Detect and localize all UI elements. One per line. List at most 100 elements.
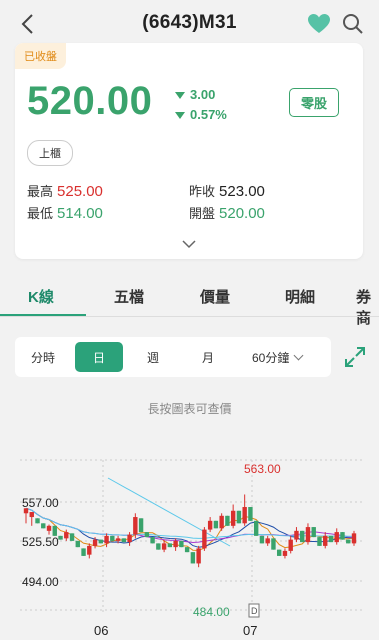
candle-body	[115, 538, 121, 541]
down-triangle-icon	[175, 111, 185, 119]
down-triangle-icon	[175, 91, 185, 99]
chevron-down-icon	[293, 350, 304, 361]
stat-prev-close-label: 昨收	[189, 184, 216, 199]
app-header: (6643)M31	[0, 0, 379, 48]
market-tag: 上櫃	[27, 140, 73, 166]
tab-k-line[interactable]: K線	[28, 286, 54, 307]
candle-body	[156, 543, 161, 550]
candle-body	[196, 548, 201, 564]
candle-body	[133, 517, 138, 535]
stat-high: 最高 525.00	[27, 181, 103, 200]
candle-body	[230, 510, 236, 526]
change-value: 3.00	[190, 87, 216, 102]
period-selector: 分時 日 週 月 60分鐘	[15, 337, 331, 377]
market-closed-badge: 已收盤	[15, 43, 66, 69]
candle-body	[219, 515, 224, 529]
candle-body	[81, 548, 86, 556]
y-tick-label: 494.00	[22, 575, 59, 589]
candle-body	[305, 527, 311, 543]
candlestick-chart[interactable]: 557.00 525.50 494.00 06 07 563.00 484.00…	[0, 450, 379, 640]
candle-body	[46, 525, 52, 531]
candle-body	[328, 535, 334, 543]
candle-body	[184, 547, 190, 553]
tab-divider	[0, 316, 379, 317]
min-price-label: 484.00	[193, 605, 230, 619]
candle-body	[167, 543, 173, 548]
candle-body	[242, 507, 247, 524]
stat-low: 最低 514.00	[27, 203, 103, 222]
search-icon[interactable]	[342, 13, 364, 35]
y-tick-label: 557.00	[22, 496, 59, 510]
candle-body	[271, 538, 276, 550]
x-tick-label: 07	[243, 623, 257, 638]
stat-prev-close: 昨收 523.00	[189, 181, 265, 200]
tab-brokers[interactable]: 券商	[356, 286, 379, 328]
candle-body	[207, 520, 213, 530]
stat-high-label: 最高	[27, 184, 54, 199]
max-price-label: 563.00	[244, 462, 281, 476]
candle-body	[351, 533, 357, 544]
candle-body	[282, 550, 288, 556]
favorite-heart-icon[interactable]	[307, 13, 331, 35]
expand-chevron-icon[interactable]	[182, 239, 196, 249]
candle-body	[92, 539, 98, 546]
detail-tabs: K線 五檔 價量 明細 券商	[0, 276, 379, 327]
candle-body	[259, 535, 265, 544]
x-tick-label: 06	[94, 623, 108, 638]
last-price: 520.00	[27, 79, 153, 123]
candle-body	[75, 540, 80, 548]
candle-body	[173, 540, 178, 548]
quote-card: 已收盤 520.00 3.00 0.57% 零股 上櫃 最高 525.00 最低 5…	[15, 43, 363, 259]
odd-lot-button[interactable]: 零股	[289, 88, 339, 117]
candle-body	[300, 530, 305, 543]
candle-body	[98, 539, 104, 544]
tab-details[interactable]: 明細	[285, 286, 315, 307]
candle-body	[225, 515, 230, 526]
candle-body	[179, 540, 184, 548]
moving-average-lines	[25, 477, 355, 551]
candle-body	[236, 510, 242, 524]
candle-body	[276, 549, 282, 556]
candle-body	[334, 532, 339, 543]
candle-body	[248, 507, 253, 521]
moving-average-line	[25, 507, 355, 551]
period-60min-label: 60分鐘	[252, 351, 290, 365]
dividend-marker: D	[251, 606, 258, 616]
candle-body	[35, 518, 40, 524]
stat-prev-close-value: 523.00	[219, 183, 265, 200]
candle-body	[127, 534, 132, 543]
candle-body	[58, 535, 63, 540]
y-tick-label: 525.50	[22, 535, 59, 549]
fullscreen-icon[interactable]	[344, 346, 366, 368]
price-change: 3.00 0.57%	[175, 85, 227, 125]
candle-body	[29, 512, 34, 518]
candle-body	[190, 552, 196, 564]
period-weekly[interactable]: 週	[147, 349, 159, 366]
candle-body	[110, 535, 115, 541]
period-daily[interactable]: 日	[75, 342, 123, 372]
candle-body	[104, 535, 109, 544]
candle-body	[340, 532, 345, 540]
candle-body	[288, 539, 293, 551]
stat-high-value: 525.00	[57, 183, 103, 200]
candle-body	[294, 530, 299, 540]
candle-body	[41, 523, 46, 529]
stat-low-value: 514.00	[57, 205, 103, 222]
candle-body	[317, 537, 322, 546]
candle-body	[213, 520, 219, 529]
chart-hint-text: 長按圖表可查價	[147, 402, 232, 416]
candle-body	[144, 532, 150, 538]
stat-open-label: 開盤	[189, 206, 216, 221]
tab-order-book[interactable]: 五檔	[114, 286, 144, 307]
period-monthly[interactable]: 月	[202, 349, 214, 366]
candle-body	[138, 518, 144, 533]
candle-body	[346, 539, 351, 544]
candle-body	[311, 527, 316, 538]
tab-price-volume[interactable]: 價量	[200, 286, 230, 307]
candle-body	[202, 529, 207, 549]
candle-body	[323, 535, 328, 546]
period-60min-dropdown[interactable]: 60分鐘	[252, 349, 304, 366]
candle-body	[161, 543, 167, 550]
candle-body	[87, 545, 92, 555]
period-intraday[interactable]: 分時	[31, 349, 55, 366]
